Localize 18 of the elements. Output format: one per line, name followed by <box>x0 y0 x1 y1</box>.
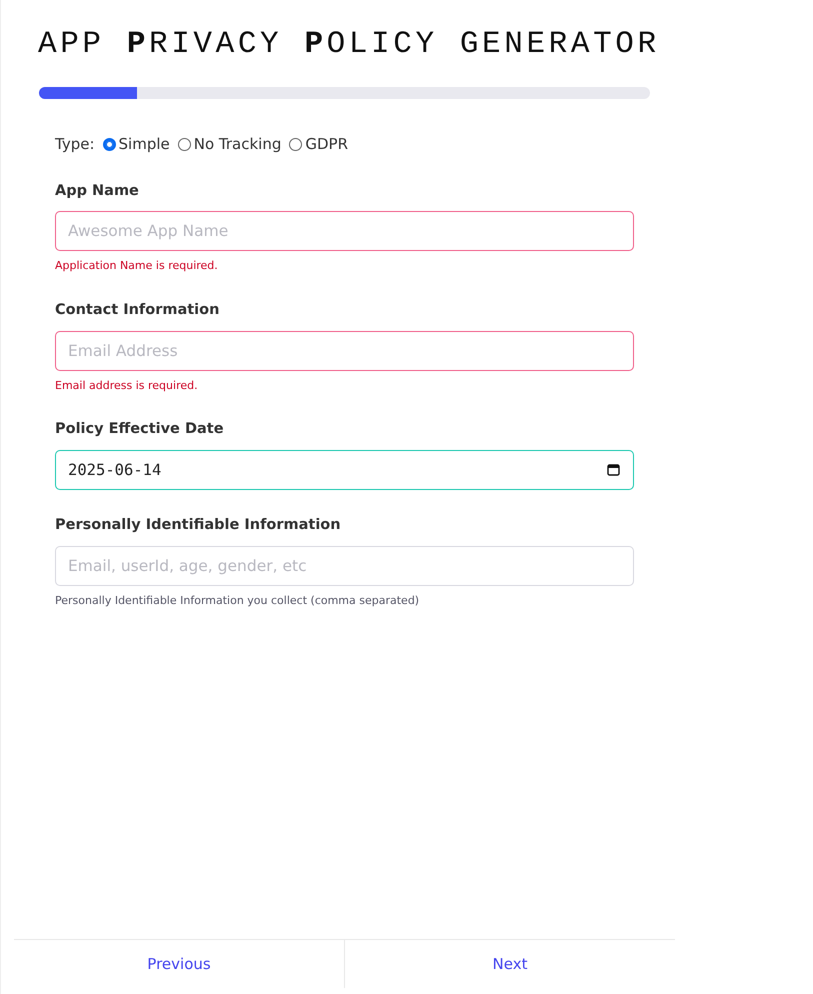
input-field[interactable]: Awesome App Name <box>55 211 634 252</box>
field-label: Policy Effective Date <box>55 420 225 440</box>
type-radio-option[interactable]: GDPR <box>289 133 348 156</box>
page-title: APP PRIVACY POLICY GENERATOR <box>38 26 661 64</box>
field-label: Contact Information <box>55 300 220 320</box>
previous-button[interactable]: Previous <box>14 940 344 988</box>
date-field[interactable]: 2025-06-14 <box>55 450 634 490</box>
type-label: Type: <box>55 134 95 156</box>
type-radio-option[interactable]: No Tracking <box>178 133 282 156</box>
next-button[interactable]: Next <box>344 940 675 988</box>
field-label: App Name <box>55 182 140 201</box>
help-text: Personally Identifiable Information you collect (comma separated) <box>55 592 420 609</box>
field-label: Personally Identifiable Information <box>55 516 342 535</box>
error-message: Application Name is required. <box>55 258 219 274</box>
input-field[interactable]: Email Address <box>55 330 634 371</box>
error-message: Email address is required. <box>55 378 199 394</box>
calendar-icon[interactable] <box>607 462 620 476</box>
type-radio-option[interactable]: Simple <box>102 133 170 156</box>
